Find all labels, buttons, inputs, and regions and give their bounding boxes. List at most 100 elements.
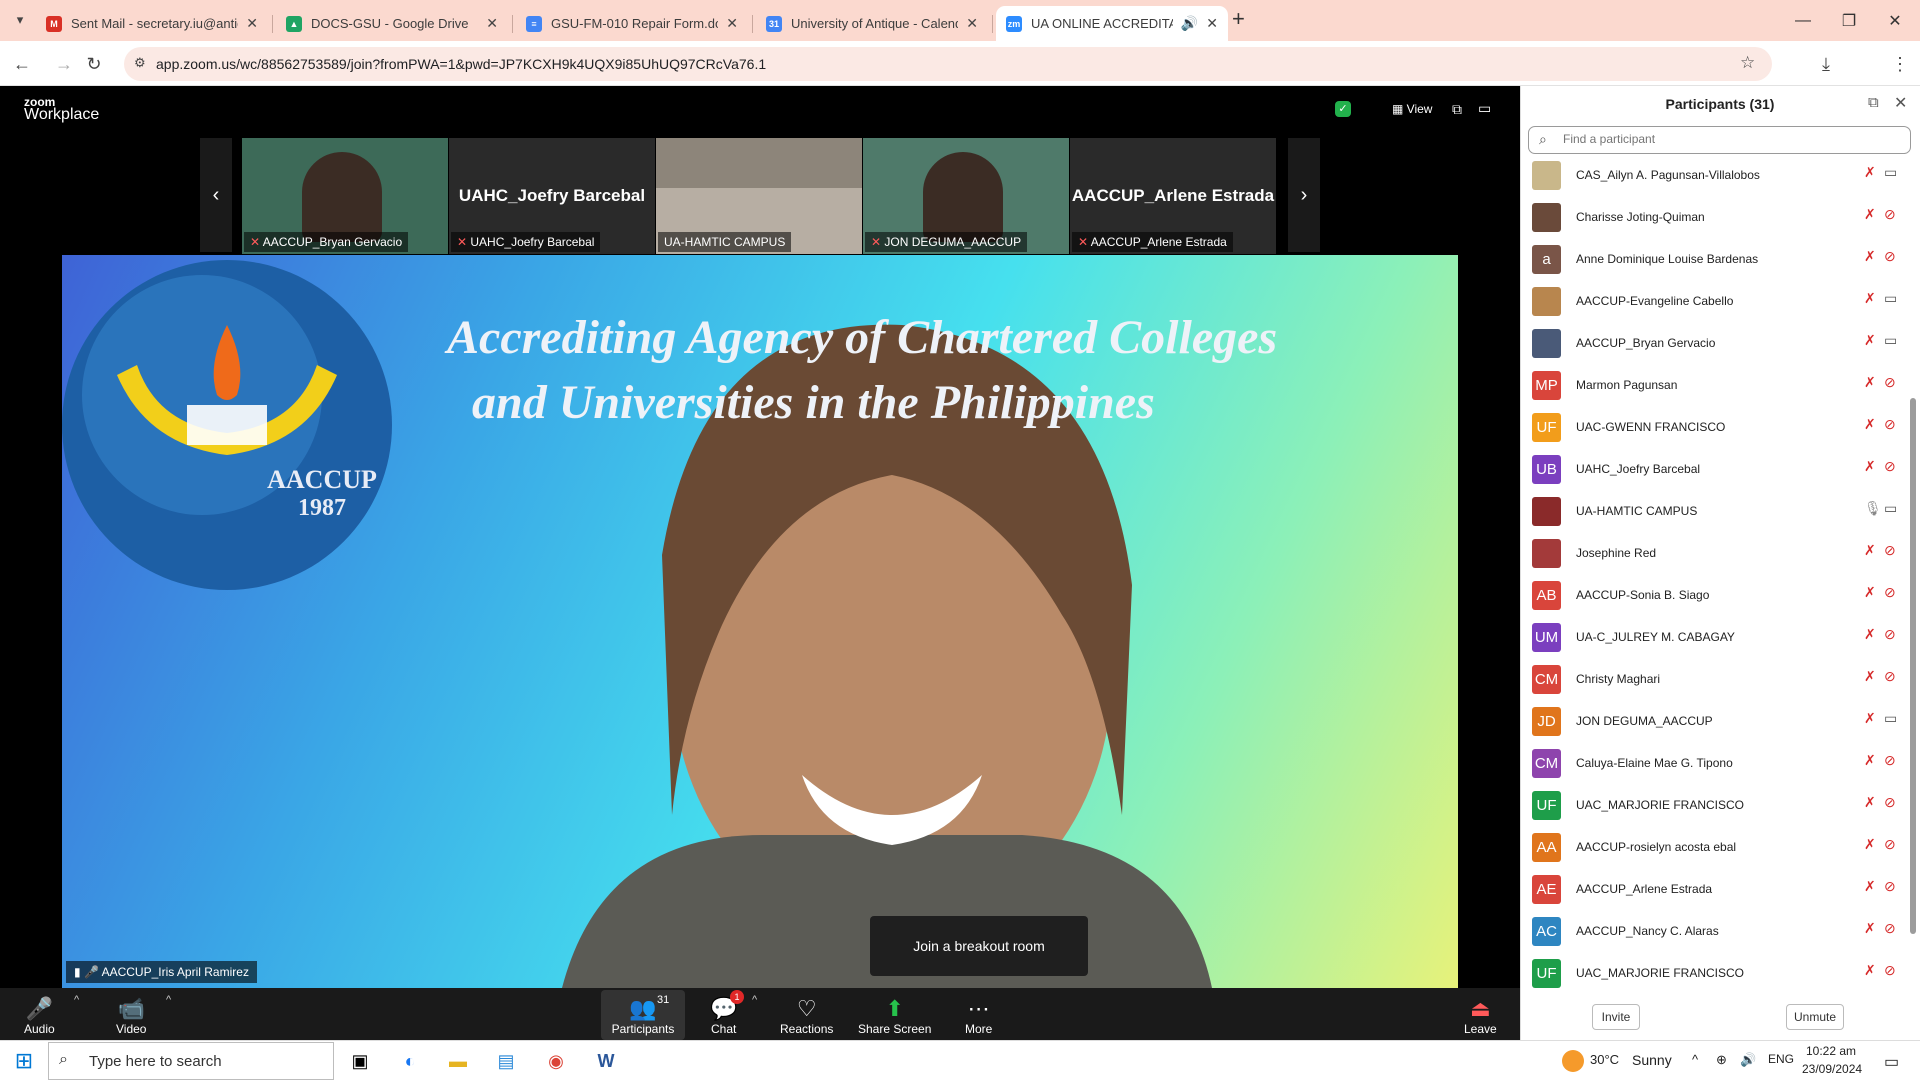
- heart-icon: ♡: [796, 996, 817, 1021]
- minimize-icon[interactable]: —: [1780, 6, 1826, 36]
- tab-close-icon[interactable]: ✕: [246, 15, 258, 32]
- filmstrip-next-icon[interactable]: ›: [1288, 138, 1320, 252]
- download-icon[interactable]: ⤓: [1810, 48, 1842, 80]
- network-icon[interactable]: ⊕: [1716, 1052, 1727, 1068]
- encryption-shield-icon[interactable]: ✓: [1335, 101, 1351, 117]
- participant-row[interactable]: UF UAC_MARJORIE FRANCISCO ✗ ⊘: [1532, 956, 1900, 990]
- file-explorer-icon[interactable]: ▬: [438, 1044, 478, 1078]
- app-icon[interactable]: ▤: [486, 1044, 526, 1078]
- participant-row[interactable]: a Anne Dominique Louise Bardenas ✗ ⊘: [1532, 242, 1900, 276]
- chrome-icon[interactable]: ◉: [536, 1044, 576, 1078]
- fullscreen-icon[interactable]: ▭: [1478, 100, 1491, 117]
- tab-close-icon[interactable]: ✕: [966, 15, 978, 32]
- view-button[interactable]: ▦ View: [1392, 102, 1432, 116]
- audio-options-chevron-icon[interactable]: ^: [74, 994, 79, 1006]
- leave-button[interactable]: ⏏ Leave: [1464, 990, 1497, 1040]
- participant-row[interactable]: AA AACCUP-rosielyn acosta ebal ✗ ⊘: [1532, 830, 1900, 864]
- zoom-top-bar: [0, 86, 1520, 136]
- taskbar-search[interactable]: ⌕ Type here to search: [48, 1042, 334, 1080]
- unmute-button[interactable]: Unmute: [1786, 1004, 1844, 1030]
- audio-button[interactable]: 🎤 Audio: [24, 990, 55, 1040]
- reactions-button[interactable]: ♡ Reactions: [780, 990, 833, 1040]
- participant-row[interactable]: AB AACCUP-Sonia B. Siago ✗ ⊘: [1532, 578, 1900, 612]
- share-screen-button[interactable]: ⬆ Share Screen: [858, 990, 931, 1040]
- participant-row[interactable]: MP Marmon Pagunsan ✗ ⊘: [1532, 368, 1900, 402]
- url-text[interactable]: app.zoom.us/wc/88562753589/join?fromPWA=…: [156, 56, 766, 72]
- video-options-chevron-icon[interactable]: ^: [166, 994, 171, 1006]
- restore-icon[interactable]: ❐: [1826, 6, 1872, 36]
- weather-icon[interactable]: [1562, 1050, 1584, 1072]
- participant-search[interactable]: ⌕: [1528, 126, 1911, 154]
- participant-row[interactable]: CAS_Ailyn A. Pagunsan-Villalobos ✗ ▭: [1532, 158, 1900, 192]
- leave-icon: ⏏: [1469, 996, 1491, 1021]
- tab-separator: [512, 15, 513, 33]
- gallery-toggle-icon[interactable]: ⧉: [1452, 101, 1462, 118]
- clock-time[interactable]: 10:22 am: [1806, 1044, 1856, 1058]
- tab-search-dropdown-icon[interactable]: ▾: [4, 4, 36, 36]
- word-icon[interactable]: W: [586, 1044, 626, 1078]
- volume-icon[interactable]: 🔊: [1740, 1052, 1756, 1068]
- participant-row[interactable]: UA-HAMTIC CAMPUS 🎙 ▭: [1532, 494, 1900, 528]
- participant-row[interactable]: Josephine Red ✗ ⊘: [1532, 536, 1900, 570]
- participants-scrollbar[interactable]: [1910, 398, 1916, 934]
- video-tile[interactable]: ✕ JON DEGUMA_AACCUP: [863, 138, 1069, 254]
- close-panel-icon[interactable]: ✕: [1894, 93, 1907, 113]
- browser-menu-icon[interactable]: ⋮: [1884, 48, 1916, 80]
- bookmark-star-icon[interactable]: ☆: [1740, 53, 1755, 73]
- participant-row[interactable]: AACCUP_Bryan Gervacio ✗ ▭: [1532, 326, 1900, 360]
- notification-icon[interactable]: ▭: [1884, 1052, 1899, 1072]
- tray-chevron-icon[interactable]: ^: [1692, 1052, 1698, 1067]
- video-tile[interactable]: UA-HAMTIC CAMPUS: [656, 138, 862, 254]
- windows-start-icon[interactable]: ⊞: [4, 1044, 44, 1078]
- more-button[interactable]: ⋯ More: [965, 990, 992, 1040]
- participant-row[interactable]: AACCUP-Evangeline Cabello ✗ ▭: [1532, 284, 1900, 318]
- tab-close-icon[interactable]: ✕: [726, 15, 738, 32]
- participant-name: AACCUP-rosielyn acosta ebal: [1576, 840, 1737, 854]
- tab-audio-icon[interactable]: 🔊: [1181, 15, 1198, 32]
- browser-tab[interactable]: 31 University of Antique - Calenda ✕: [756, 6, 988, 41]
- browser-tab[interactable]: M Sent Mail - secretary.iu@antiqu ✕: [36, 6, 268, 41]
- browser-tab[interactable]: zm UA ONLINE ACCREDITATIO 🔊 ✕: [996, 6, 1228, 41]
- browser-tab[interactable]: ▲ DOCS-GSU - Google Drive ✕: [276, 6, 508, 41]
- camera-off-icon: ⊘: [1884, 962, 1896, 978]
- tile-caption: ✕ UAHC_Joefry Barcebal: [451, 232, 601, 252]
- video-tile[interactable]: ✕ AACCUP_Bryan Gervacio: [242, 138, 448, 254]
- participants-button[interactable]: 👥 Participants: [601, 990, 685, 1040]
- join-breakout-tooltip[interactable]: Join a breakout room: [870, 916, 1088, 976]
- participant-row[interactable]: JD JON DEGUMA_AACCUP ✗ ▭: [1532, 704, 1900, 738]
- tab-close-icon[interactable]: ✕: [486, 15, 498, 32]
- close-window-icon[interactable]: ✕: [1872, 6, 1918, 36]
- participant-row[interactable]: CM Christy Maghari ✗ ⊘: [1532, 662, 1900, 696]
- video-tile[interactable]: AACCUP_Arlene Estrada ✕ AACCUP_Arlene Est…: [1070, 138, 1276, 254]
- task-view-icon[interactable]: ▣: [340, 1044, 380, 1078]
- reload-icon[interactable]: ↻: [78, 48, 110, 80]
- new-tab-button[interactable]: +: [1232, 6, 1245, 32]
- participant-name: Marmon Pagunsan: [1576, 378, 1678, 392]
- tab-close-icon[interactable]: ✕: [1206, 15, 1218, 32]
- chat-options-chevron-icon[interactable]: ^: [752, 994, 757, 1006]
- participant-row[interactable]: UF UAC-GWENN FRANCISCO ✗ ⊘: [1532, 410, 1900, 444]
- participant-row[interactable]: AC AACCUP_Nancy C. Alaras ✗ ⊘: [1532, 914, 1900, 948]
- participant-search-input[interactable]: [1563, 132, 1893, 146]
- popout-icon[interactable]: ⧉: [1868, 94, 1879, 111]
- edge-icon[interactable]: ◐: [390, 1044, 430, 1078]
- language-indicator[interactable]: ENG: [1768, 1052, 1794, 1066]
- participant-row[interactable]: UF UAC_MARJORIE FRANCISCO ✗ ⊘: [1532, 788, 1900, 822]
- weather-text: Sunny: [1632, 1052, 1672, 1068]
- participant-row[interactable]: Charisse Joting-Quiman ✗ ⊘: [1532, 200, 1900, 234]
- browser-tab[interactable]: ≡ GSU-FM-010 Repair Form.docx ✕: [516, 6, 748, 41]
- active-speaker-video[interactable]: AACCUP 1987 Accrediting Agency of Charte…: [62, 255, 1458, 988]
- back-icon[interactable]: ←: [6, 48, 38, 80]
- participant-row[interactable]: AE AACCUP_Arlene Estrada ✗ ⊘: [1532, 872, 1900, 906]
- forward-icon[interactable]: →: [48, 48, 80, 80]
- participant-row[interactable]: UB UAHC_Joefry Barcebal ✗ ⊘: [1532, 452, 1900, 486]
- participant-row[interactable]: CM Caluya-Elaine Mae G. Tipono ✗ ⊘: [1532, 746, 1900, 780]
- participant-row[interactable]: UM UA-C_JULREY M. CABAGAY ✗ ⊘: [1532, 620, 1900, 654]
- video-tile[interactable]: UAHC_Joefry Barcebal ✕ UAHC_Joefry Barceb…: [449, 138, 655, 254]
- invite-button[interactable]: Invite: [1592, 1004, 1640, 1030]
- video-button[interactable]: 📹 Video: [116, 990, 146, 1040]
- clock-date[interactable]: 23/09/2024: [1802, 1062, 1862, 1076]
- address-bar[interactable]: ⚙ app.zoom.us/wc/88562753589/join?fromPW…: [124, 47, 1772, 81]
- site-info-icon[interactable]: ⚙: [134, 55, 146, 71]
- filmstrip-prev-icon[interactable]: ‹: [200, 138, 232, 252]
